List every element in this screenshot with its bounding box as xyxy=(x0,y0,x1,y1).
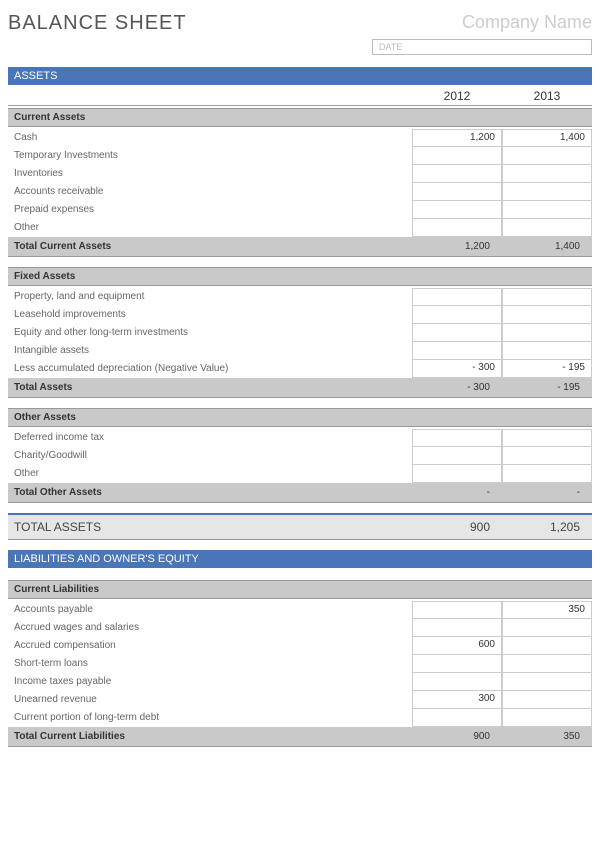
cell[interactable] xyxy=(502,673,592,691)
row-label: Prepaid expenses xyxy=(8,201,412,219)
total-fixed-assets: Total Assets - 300 - 195 xyxy=(8,378,592,398)
cell[interactable] xyxy=(502,429,592,447)
cell[interactable] xyxy=(502,691,592,709)
row-label: Charity/Goodwill xyxy=(8,447,412,465)
cell[interactable] xyxy=(502,288,592,306)
cell[interactable] xyxy=(412,288,502,306)
cell[interactable]: 350 xyxy=(502,601,592,619)
row-label: Equity and other long-term investments xyxy=(8,324,412,342)
date-input[interactable]: DATE xyxy=(372,39,592,55)
other-assets-header: Other Assets xyxy=(8,408,592,427)
years-row: 2012 2013 xyxy=(8,87,592,106)
row-label: Inventories xyxy=(8,165,412,183)
cell[interactable] xyxy=(412,655,502,673)
cell[interactable] xyxy=(412,201,502,219)
cell[interactable] xyxy=(502,201,592,219)
page-title: BALANCE SHEET xyxy=(8,12,187,35)
cell[interactable] xyxy=(412,709,502,727)
cell[interactable] xyxy=(412,324,502,342)
cell[interactable] xyxy=(502,183,592,201)
row-label: Other xyxy=(8,465,412,483)
row-label: Deferred income tax xyxy=(8,429,412,447)
cell[interactable] xyxy=(502,447,592,465)
cell[interactable] xyxy=(412,147,502,165)
cell[interactable]: 1,200 xyxy=(412,129,502,147)
cell[interactable] xyxy=(502,165,592,183)
row-label: Accounts receivable xyxy=(8,183,412,201)
total-current-assets: Total Current Assets 1,200 1,400 xyxy=(8,237,592,257)
year-1: 2012 xyxy=(412,89,502,103)
row-label: Short-term loans xyxy=(8,655,412,673)
cell[interactable] xyxy=(412,465,502,483)
row-label: Current portion of long-term debt xyxy=(8,709,412,727)
cell[interactable] xyxy=(502,619,592,637)
cell[interactable] xyxy=(502,465,592,483)
total-assets: TOTAL ASSETS 900 1,205 xyxy=(8,513,592,540)
row-label: Other xyxy=(8,219,412,237)
row-label: Temporary Investments xyxy=(8,147,412,165)
row-label: Leasehold improvements xyxy=(8,306,412,324)
cell[interactable]: 300 xyxy=(412,691,502,709)
total-current-liabilities: Total Current Liabilities 900 350 xyxy=(8,727,592,747)
row-label: Income taxes payable xyxy=(8,673,412,691)
row-label: Property, land and equipment xyxy=(8,288,412,306)
row-label: Accounts payable xyxy=(8,601,412,619)
cell[interactable] xyxy=(502,709,592,727)
company-name: Company Name xyxy=(462,12,592,33)
row-label: Intangible assets xyxy=(8,342,412,360)
cell[interactable] xyxy=(412,601,502,619)
total-other-assets: Total Other Assets - - xyxy=(8,483,592,503)
cell[interactable] xyxy=(412,619,502,637)
cell[interactable]: 1,400 xyxy=(502,129,592,147)
fixed-assets-header: Fixed Assets xyxy=(8,267,592,286)
cell[interactable] xyxy=(412,165,502,183)
row-label: Accrued compensation xyxy=(8,637,412,655)
cell[interactable]: - 195 xyxy=(502,360,592,378)
cell[interactable] xyxy=(412,429,502,447)
cell[interactable] xyxy=(412,447,502,465)
cell[interactable] xyxy=(502,147,592,165)
cell[interactable] xyxy=(412,342,502,360)
cell[interactable] xyxy=(502,637,592,655)
cell[interactable] xyxy=(502,655,592,673)
cell[interactable] xyxy=(502,306,592,324)
current-liabilities-header: Current Liabilities xyxy=(8,580,592,599)
row-label: Accrued wages and salaries xyxy=(8,619,412,637)
cell[interactable]: 600 xyxy=(412,637,502,655)
cell[interactable] xyxy=(412,673,502,691)
section-assets: ASSETS xyxy=(8,67,592,85)
cell[interactable] xyxy=(502,342,592,360)
row-label: Less accumulated depreciation (Negative … xyxy=(8,360,412,378)
year-2: 2013 xyxy=(502,89,592,103)
current-assets-header: Current Assets xyxy=(8,108,592,127)
cell[interactable] xyxy=(502,324,592,342)
row-label: Cash xyxy=(8,129,412,147)
cell[interactable]: - 300 xyxy=(412,360,502,378)
cell[interactable] xyxy=(502,219,592,237)
row-label: Unearned revenue xyxy=(8,691,412,709)
cell[interactable] xyxy=(412,219,502,237)
section-liabilities: LIABILITIES AND OWNER'S EQUITY xyxy=(8,550,592,568)
cell[interactable] xyxy=(412,306,502,324)
cell[interactable] xyxy=(412,183,502,201)
